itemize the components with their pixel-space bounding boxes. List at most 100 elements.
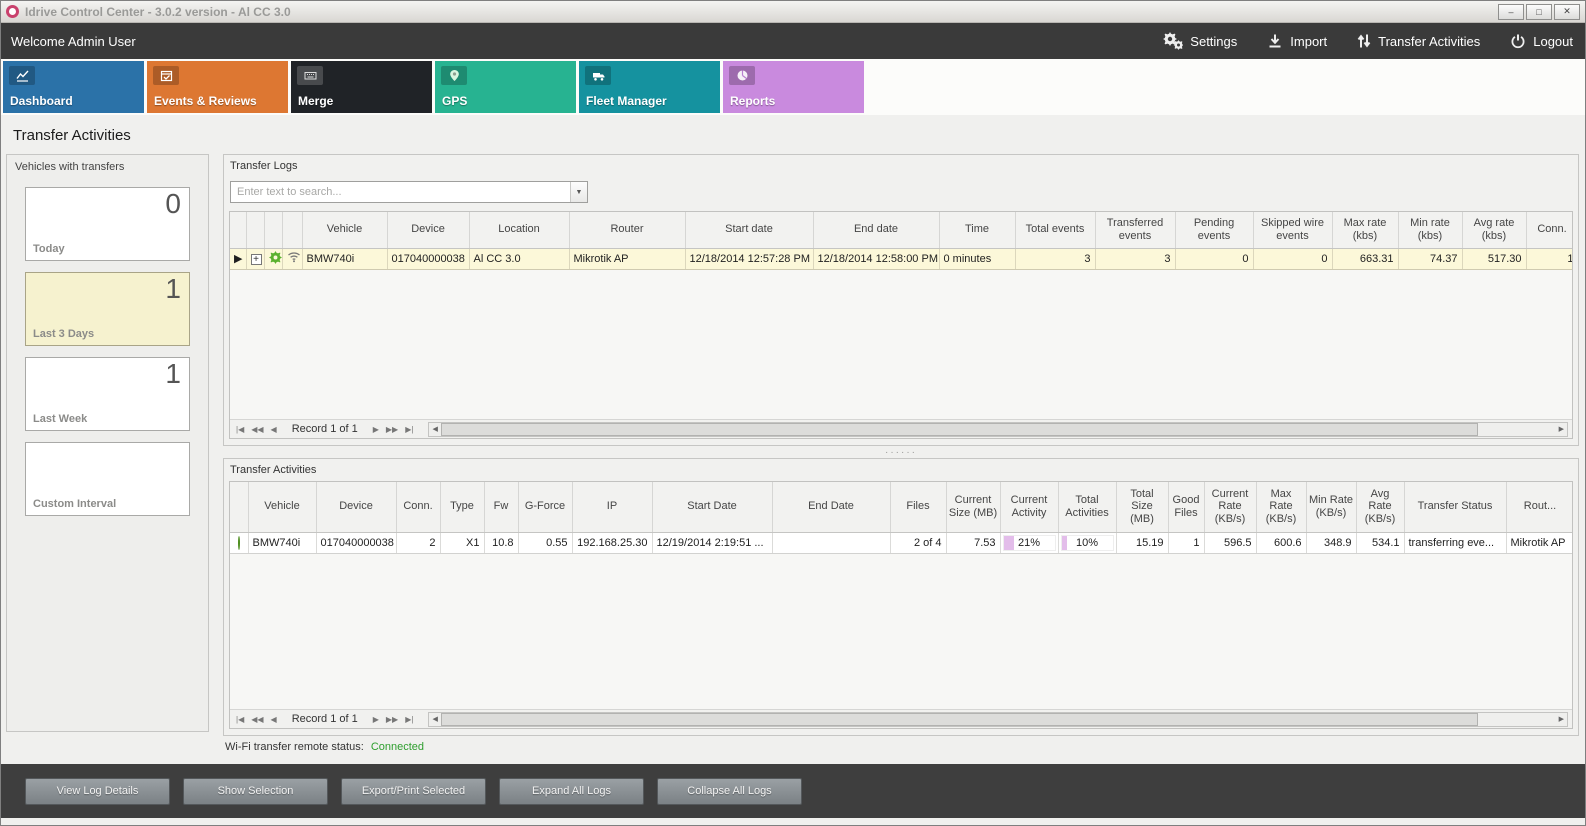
logs-col-location[interactable]: Location: [469, 212, 569, 248]
logs-col-time[interactable]: Time: [939, 212, 1015, 248]
pager-first-button[interactable]: |◀: [234, 425, 246, 434]
activities-grid: Vehicle Device Conn. Type Fw G-Force IP …: [229, 481, 1573, 729]
wifi-status-label: Wi-Fi transfer remote status:: [225, 741, 364, 753]
card-label: Today: [33, 243, 65, 255]
acts-col-ip[interactable]: IP: [572, 482, 652, 532]
expand-all-logs-button[interactable]: Expand All Logs: [499, 778, 644, 805]
pager-last-button[interactable]: ▶|: [403, 715, 415, 724]
card-value: 0: [165, 188, 181, 220]
acts-col-router[interactable]: Rout...: [1506, 482, 1573, 532]
logs-col-total-events[interactable]: Total events: [1015, 212, 1095, 248]
pager-prev-page-button[interactable]: ◀◀: [249, 425, 265, 434]
title-bar[interactable]: Idrive Control Center - 3.0.2 version - …: [1, 1, 1585, 23]
transfer-activities-button[interactable]: Transfer Activities: [1357, 33, 1480, 49]
logs-col-conn[interactable]: Conn.: [1526, 212, 1573, 248]
acts-col-g-force[interactable]: G-Force: [518, 482, 572, 532]
acts-col-min-rate[interactable]: Min Rate (KB/s): [1306, 482, 1356, 532]
logs-col-end-date[interactable]: End date: [813, 212, 939, 248]
acts-col-current-rate[interactable]: Current Rate (KB/s): [1204, 482, 1256, 532]
pager-first-button[interactable]: |◀: [234, 715, 246, 724]
logs-grid: Vehicle Device Location Router Start dat…: [229, 211, 1573, 439]
cell-max-rate: 600.6: [1256, 532, 1306, 553]
pager-next-page-button[interactable]: ▶▶: [384, 715, 400, 724]
scroll-left-icon[interactable]: ◀: [429, 715, 440, 723]
tile-dashboard[interactable]: Dashboard: [3, 61, 144, 113]
logs-col-start-date[interactable]: Start date: [685, 212, 813, 248]
card-last-week[interactable]: 1 Last Week: [25, 357, 190, 431]
pager-last-button[interactable]: ▶|: [403, 425, 415, 434]
search-input[interactable]: [231, 182, 570, 202]
logs-col-min-rate[interactable]: Min rate (kbs): [1398, 212, 1462, 248]
scrollbar-track[interactable]: [441, 713, 1556, 726]
acts-col-good-files[interactable]: Good Files: [1168, 482, 1204, 532]
expand-plus-icon[interactable]: +: [251, 254, 262, 265]
power-icon: [1510, 33, 1526, 49]
logs-col-router[interactable]: Router: [569, 212, 685, 248]
close-button[interactable]: ✕: [1554, 4, 1580, 20]
card-last-3-days[interactable]: 1 Last 3 Days: [25, 272, 190, 346]
acts-col-total-size[interactable]: Total Size (MB): [1116, 482, 1168, 532]
card-today[interactable]: 0 Today: [25, 187, 190, 261]
scroll-left-icon[interactable]: ◀: [429, 425, 440, 433]
acts-col-type[interactable]: Type: [440, 482, 484, 532]
logs-horizontal-scrollbar[interactable]: ◀ ▶: [428, 422, 1568, 437]
scroll-right-icon[interactable]: ▶: [1556, 425, 1567, 433]
logs-col-transferred-events[interactable]: Transferred events: [1095, 212, 1175, 248]
collapse-all-logs-button[interactable]: Collapse All Logs: [657, 778, 802, 805]
scrollbar-track[interactable]: [441, 423, 1556, 436]
logs-col-vehicle[interactable]: Vehicle: [302, 212, 387, 248]
logs-col-pending-events[interactable]: Pending events: [1175, 212, 1253, 248]
logs-table-row[interactable]: ▶ + BMW740i 017040000038 Al CC: [230, 248, 1573, 269]
pager-next-button[interactable]: ▶: [371, 715, 381, 724]
acts-col-avg-rate[interactable]: Avg Rate (KB/s): [1356, 482, 1404, 532]
scrollbar-thumb[interactable]: [441, 713, 1478, 726]
window-title: Idrive Control Center - 3.0.2 version - …: [25, 5, 291, 19]
show-selection-button[interactable]: Show Selection: [183, 778, 328, 805]
acts-col-start-date[interactable]: Start Date: [652, 482, 772, 532]
acts-col-current-size[interactable]: Current Size (MB): [946, 482, 1000, 532]
settings-button[interactable]: Settings: [1163, 32, 1237, 50]
acts-col-end-date[interactable]: End Date: [772, 482, 890, 532]
search-dropdown-button[interactable]: ▼: [570, 182, 587, 202]
pager-next-page-button[interactable]: ▶▶: [384, 425, 400, 434]
content-area: Vehicles with transfers 0 Today 1 Last 3…: [1, 150, 1585, 764]
tile-reports[interactable]: Reports: [723, 61, 864, 113]
scrollbar-thumb[interactable]: [441, 423, 1478, 436]
card-label: Last Week: [33, 413, 87, 425]
card-custom-interval[interactable]: Custom Interval: [25, 442, 190, 516]
acts-col-transfer-status[interactable]: Transfer Status: [1404, 482, 1506, 532]
acts-col-device[interactable]: Device: [316, 482, 396, 532]
cell-avg-rate: 517.30: [1462, 248, 1526, 269]
logs-col-max-rate[interactable]: Max rate (kbs): [1332, 212, 1398, 248]
acts-col-max-rate[interactable]: Max Rate (KB/s): [1256, 482, 1306, 532]
acts-col-conn[interactable]: Conn.: [396, 482, 440, 532]
activities-pager: |◀ ◀◀ ◀ Record 1 of 1 ▶ ▶▶ ▶| ◀ ▶: [230, 709, 1572, 728]
pager-next-button[interactable]: ▶: [371, 425, 381, 434]
tile-events-reviews[interactable]: Events & Reviews: [147, 61, 288, 113]
tile-fleet-manager[interactable]: Fleet Manager: [579, 61, 720, 113]
acts-col-vehicle[interactable]: Vehicle: [248, 482, 316, 532]
activities-horizontal-scrollbar[interactable]: ◀ ▶: [428, 712, 1568, 727]
pager-prev-button[interactable]: ◀: [269, 425, 279, 434]
logs-col-avg-rate[interactable]: Avg rate (kbs): [1462, 212, 1526, 248]
panel-splitter[interactable]: ······: [223, 446, 1579, 458]
minimize-button[interactable]: –: [1498, 4, 1524, 20]
acts-col-total-activities[interactable]: Total Activities: [1058, 482, 1116, 532]
view-log-details-button[interactable]: View Log Details: [25, 778, 170, 805]
cell-files: 2 of 4: [890, 532, 946, 553]
tile-merge[interactable]: Merge: [291, 61, 432, 113]
maximize-button[interactable]: □: [1526, 4, 1552, 20]
scroll-right-icon[interactable]: ▶: [1556, 715, 1567, 723]
pager-prev-page-button[interactable]: ◀◀: [249, 715, 265, 724]
acts-col-fw[interactable]: Fw: [484, 482, 518, 532]
acts-col-current-activity[interactable]: Current Activity: [1000, 482, 1058, 532]
import-button[interactable]: Import: [1267, 33, 1327, 49]
logs-col-skipped-wire-events[interactable]: Skipped wire events: [1253, 212, 1332, 248]
pager-prev-button[interactable]: ◀: [269, 715, 279, 724]
export-print-selected-button[interactable]: Export/Print Selected: [341, 778, 486, 805]
logs-col-device[interactable]: Device: [387, 212, 469, 248]
activities-table-row[interactable]: BMW740i 017040000038 2 X1 10.8 0.55 192.…: [230, 532, 1573, 553]
acts-col-files[interactable]: Files: [890, 482, 946, 532]
tile-gps[interactable]: GPS: [435, 61, 576, 113]
logout-button[interactable]: Logout: [1510, 33, 1573, 49]
